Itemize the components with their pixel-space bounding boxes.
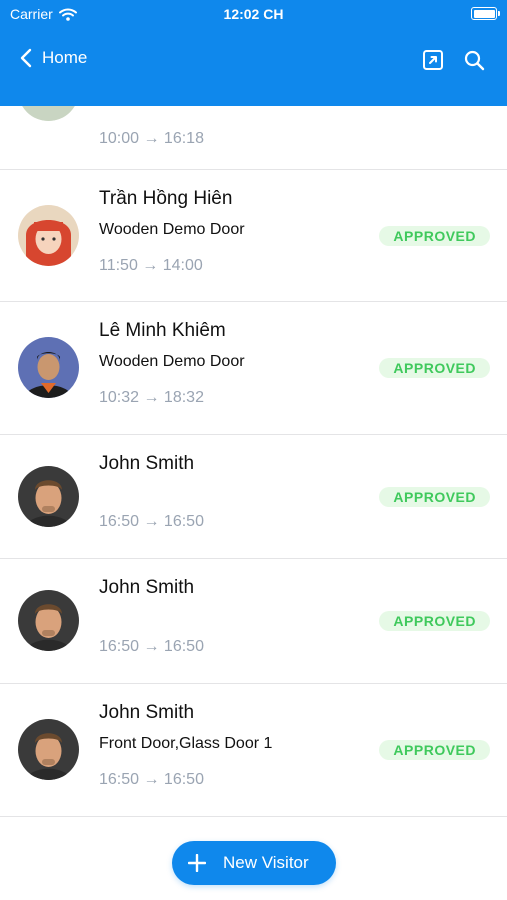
status-badge: APPROVED: [379, 226, 490, 246]
open-external-icon[interactable]: [421, 48, 445, 72]
visitor-list: 10:00 → 16:18 Trần Hồng Hiên Wooden Demo…: [0, 106, 507, 900]
visitor-name: Lê Minh Khiêm: [99, 320, 226, 341]
status-badge: APPROVED: [379, 358, 490, 378]
visit-time: 16:50 → 16:50: [99, 771, 204, 788]
avatar: [18, 106, 79, 121]
visitor-row[interactable]: Lê Minh Khiêm Wooden Demo Door 10:32 → 1…: [0, 302, 507, 435]
visitor-name: John Smith: [99, 702, 195, 723]
visitor-row[interactable]: John Smith 16:50 → 16:50 APPROVED: [0, 435, 507, 559]
visit-time: 10:32 → 18:32: [99, 389, 204, 406]
new-visitor-label: New Visitor: [223, 853, 309, 872]
avatar: [18, 466, 79, 527]
visitor-row[interactable]: Trần Hồng Hiên Wooden Demo Door 11:50 → …: [0, 170, 507, 302]
search-icon[interactable]: [462, 48, 486, 72]
visitor-name: John Smith: [99, 453, 195, 474]
visitor-row[interactable]: John Smith 16:50 → 16:50 APPROVED: [0, 559, 507, 684]
header: Carrier 12:02 CH Home: [0, 0, 507, 106]
door-name: Wooden Demo Door: [99, 353, 245, 370]
status-badge: APPROVED: [379, 740, 490, 760]
avatar: [18, 205, 79, 266]
visitor-row[interactable]: 10:00 → 16:18: [0, 106, 507, 170]
status-bar: Carrier 12:02 CH: [0, 0, 507, 30]
door-name: Wooden Demo Door: [99, 221, 245, 238]
visit-time: 16:50 → 16:50: [99, 638, 204, 655]
battery-icon: [471, 7, 500, 20]
avatar: [18, 719, 79, 780]
nav-bar: Home: [0, 38, 507, 82]
back-label: Home: [42, 48, 88, 67]
visitor-name: John Smith: [99, 577, 195, 598]
avatar: [18, 337, 79, 398]
visit-time: 10:00 → 16:18: [99, 130, 204, 147]
chevron-left-icon: [20, 48, 32, 68]
visitor-row[interactable]: John Smith Front Door,Glass Door 1 16:50…: [0, 684, 507, 817]
back-button[interactable]: Home: [20, 48, 87, 68]
visit-time: 16:50 → 16:50: [99, 513, 204, 530]
status-badge: APPROVED: [379, 487, 490, 507]
status-badge: APPROVED: [379, 611, 490, 631]
status-time: 12:02 CH: [223, 6, 284, 22]
visitor-name: Trần Hồng Hiên: [99, 188, 233, 209]
avatar: [18, 590, 79, 651]
plus-icon: [188, 854, 206, 872]
visit-time: 11:50 → 14:00: [99, 257, 203, 274]
door-name: Front Door,Glass Door 1: [99, 735, 273, 752]
new-visitor-button[interactable]: New Visitor: [172, 841, 336, 885]
